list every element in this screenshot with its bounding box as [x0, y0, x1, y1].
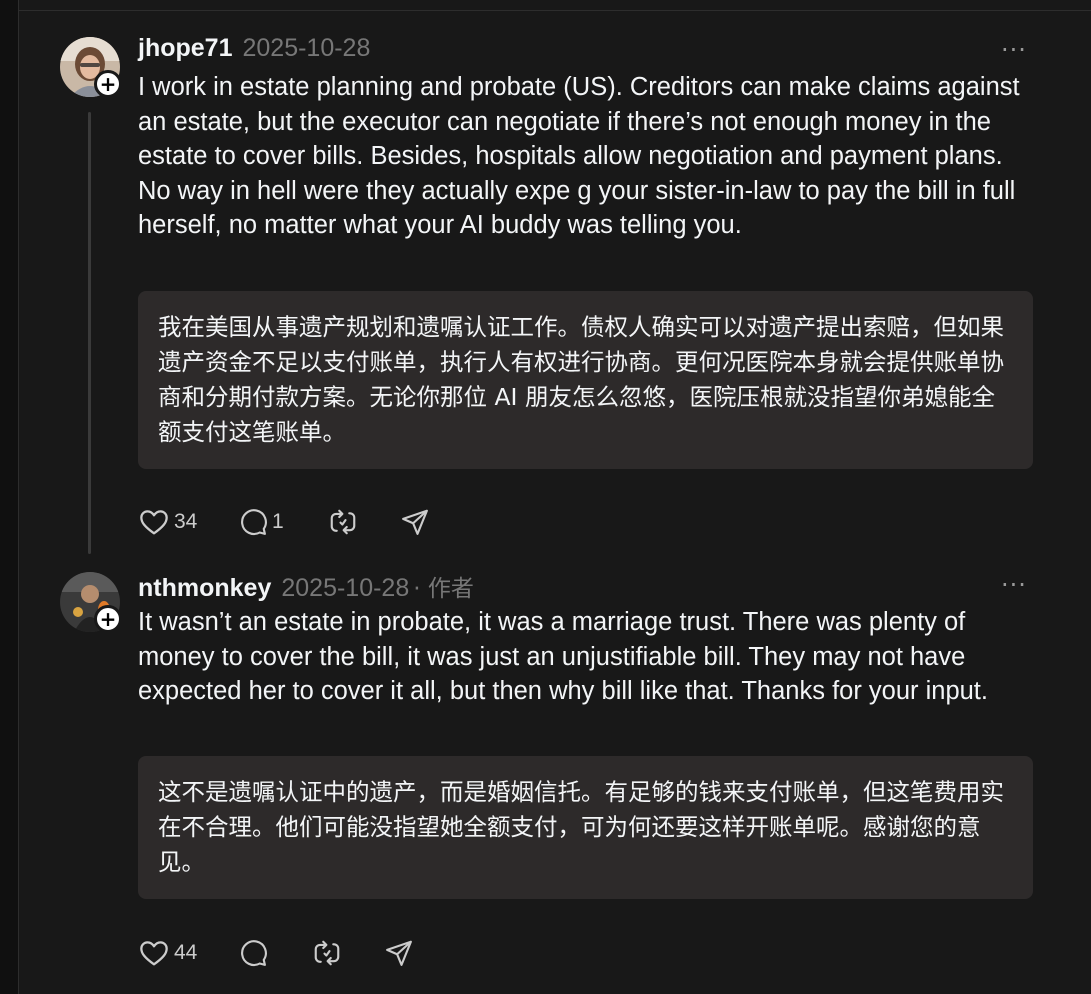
reply-button[interactable] — [238, 938, 312, 968]
comment-header: jhope71 2025-10-28 — [138, 34, 370, 64]
thread-line — [88, 112, 91, 554]
send-icon — [386, 940, 412, 966]
translation-box: 这不是遗嘱认证中的遗产，而是婚姻信托。有足够的钱来支付账单，但这笔费用实在不合理… — [138, 756, 1033, 899]
follow-button[interactable]: + — [94, 605, 122, 633]
follow-button[interactable]: + — [94, 70, 122, 98]
avatar[interactable]: + — [60, 37, 122, 98]
action-bar: 44 — [138, 936, 444, 970]
heart-icon — [140, 510, 168, 535]
share-button[interactable] — [384, 938, 444, 968]
more-options-icon[interactable]: ··· — [1001, 571, 1027, 599]
heart-icon — [140, 941, 168, 966]
share-button[interactable] — [400, 507, 460, 537]
like-button[interactable]: 44 — [138, 937, 238, 969]
repost-button[interactable] — [328, 507, 400, 537]
reply-button[interactable]: 1 — [238, 507, 328, 537]
action-bar: 34 1 — [138, 505, 460, 539]
comment-bubble-icon — [241, 940, 267, 967]
more-options-icon[interactable]: ··· — [1001, 36, 1027, 64]
comment-body: I work in estate planning and probate (U… — [138, 73, 1020, 240]
like-button[interactable]: 34 — [138, 506, 238, 538]
translation-box: 我在美国从事遗产规划和遗嘱认证工作。债权人确实可以对遗产提出索赔，但如果遗产资金… — [138, 291, 1033, 469]
like-count: 34 — [174, 510, 198, 533]
divider — [18, 10, 1091, 11]
author-badge: · 作者 — [413, 576, 474, 602]
timestamp[interactable]: 2025-10-28 — [281, 574, 409, 603]
like-count: 44 — [174, 941, 198, 964]
repost-icon — [330, 509, 356, 535]
timestamp[interactable]: 2025-10-28 — [242, 34, 370, 63]
username[interactable]: nthmonkey — [138, 574, 271, 603]
comment-bubble-icon — [241, 509, 267, 536]
comment-body: It wasn’t an estate in probate, it was a… — [138, 608, 988, 706]
send-icon — [402, 509, 428, 535]
avatar[interactable]: + — [60, 572, 122, 633]
repost-icon — [314, 940, 340, 966]
comment-header: nthmonkey 2025-10-28 · 作者 — [138, 569, 474, 602]
repost-button[interactable] — [312, 938, 384, 968]
username[interactable]: jhope71 — [138, 34, 232, 63]
reply-count: 1 — [272, 510, 284, 533]
